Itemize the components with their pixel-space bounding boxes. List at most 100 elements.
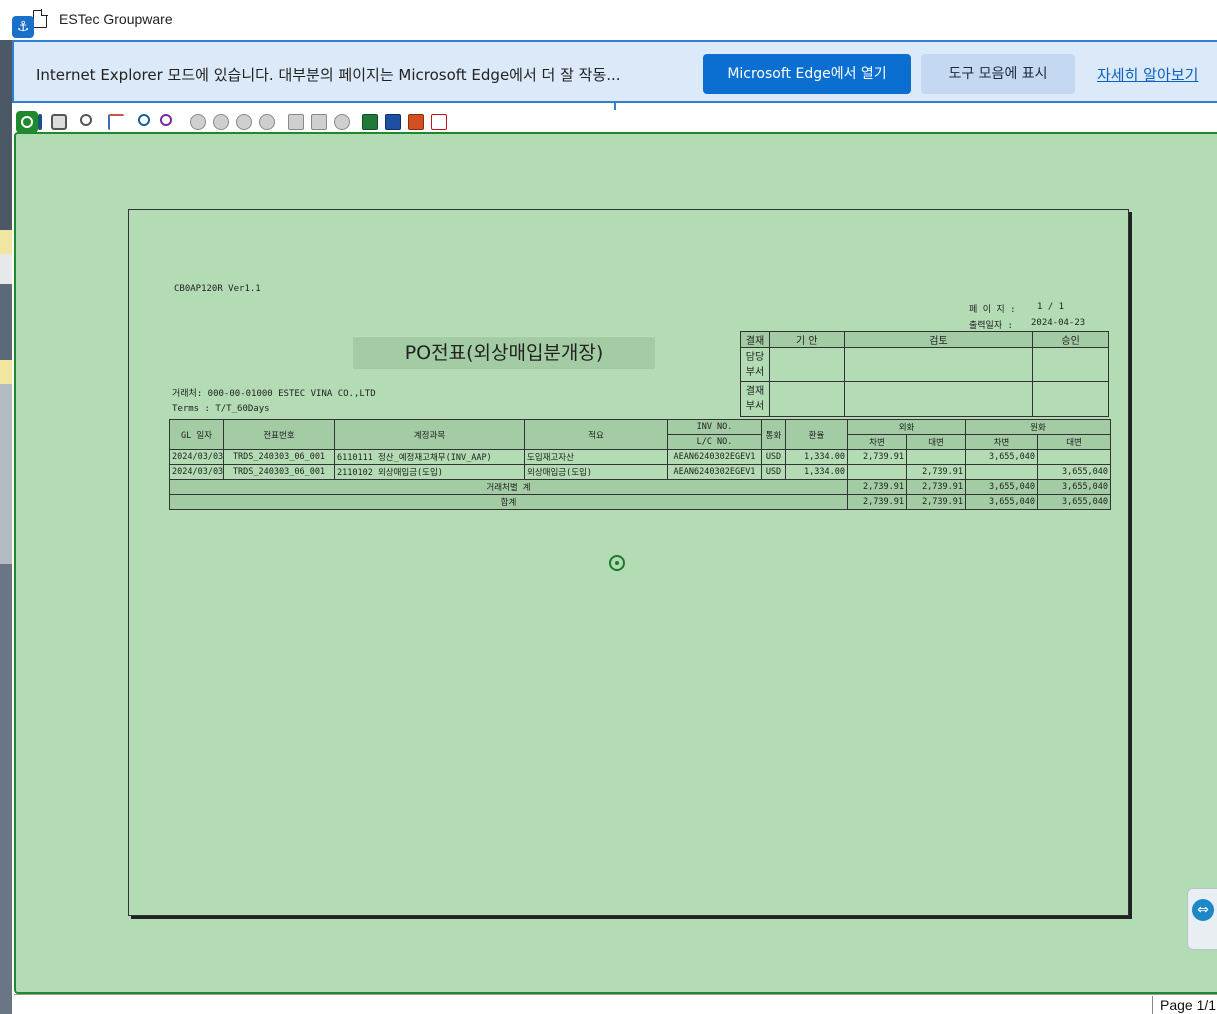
first-page-icon[interactable]	[190, 114, 206, 130]
approval-row-label: 결재 부서	[740, 381, 770, 417]
pdf-icon[interactable]	[431, 114, 447, 130]
page-back-icon[interactable]	[288, 114, 304, 130]
ie-mode-message: Internet Explorer 모드에 있습니다. 대부분의 페이지는 Mi…	[36, 66, 621, 84]
col-description: 적요	[524, 419, 668, 450]
last-page-icon[interactable]	[259, 114, 275, 130]
left-edge-strip	[0, 40, 12, 1014]
col-inv-no: INV NO.	[667, 419, 762, 435]
total-row: 합계 2,739.91 2,739.91 3,655,040 3,655,040	[169, 494, 1112, 510]
col-local: 원화	[965, 419, 1112, 435]
cell-description: 도입재고자산	[524, 449, 668, 465]
cell-fx-credit	[905, 449, 967, 465]
approval-header: 검토	[843, 331, 1034, 348]
cell-currency: USD	[761, 449, 786, 465]
subtotal-fx-credit: 2,739.91	[905, 479, 967, 495]
approval-header: 승인	[1032, 331, 1109, 348]
col-gl-date: GL 일자	[169, 419, 224, 450]
word-icon[interactable]	[385, 114, 401, 130]
open-in-edge-button[interactable]: Microsoft Edge에서 열기	[703, 54, 911, 94]
report-code: CB0AP120R Ver1.1	[174, 284, 261, 294]
col-foreign: 외화	[846, 419, 967, 435]
cell-krw-debit	[965, 464, 1039, 480]
col-krw-credit: 대변	[1037, 434, 1112, 450]
approval-row-label: 담당 부서	[740, 347, 770, 382]
cell-gl-date: 2024/03/03	[169, 449, 224, 465]
stop-icon[interactable]	[334, 114, 350, 130]
page-label: 페 이 지 :	[969, 305, 1016, 315]
approval-cell	[1032, 347, 1109, 382]
cell-voucher-no: TRDS_240303_06_001	[223, 464, 335, 480]
terms-line: Terms : T/T_60Days	[172, 404, 270, 414]
cell-krw-credit	[1037, 449, 1112, 465]
status-bar	[14, 994, 1217, 1014]
crosshair-icon	[609, 555, 625, 571]
col-lc-no: L/C NO.	[667, 434, 762, 450]
total-fx-debit: 2,739.91	[847, 494, 907, 510]
find-next-icon[interactable]	[160, 114, 172, 126]
zoom-icon[interactable]	[80, 114, 92, 126]
col-rate: 환율	[785, 419, 848, 450]
cell-krw-credit: 3,655,040	[1037, 464, 1112, 480]
col-voucher-no: 전표번호	[223, 419, 335, 450]
approval-box: 결재 기 안 검토 승인 담당 부서 결재 부서	[740, 331, 1109, 417]
approval-header: 기 안	[768, 331, 845, 348]
col-fx-debit: 차변	[847, 434, 907, 450]
target-icon[interactable]	[16, 111, 38, 133]
total-fx-credit: 2,739.91	[905, 494, 967, 510]
powerpoint-icon[interactable]	[408, 114, 424, 130]
strip-segment	[0, 40, 12, 230]
col-krw-debit: 차변	[965, 434, 1039, 450]
vendor-line: 거래처: 000-00-01000 ESTEC VINA CO.,LTD	[172, 389, 376, 399]
report-page	[128, 209, 1129, 916]
cell-rate: 1,334.00	[785, 464, 848, 480]
total-label: 합계	[169, 494, 848, 510]
col-currency: 통화	[761, 419, 786, 450]
side-panel-tab[interactable]: ⇔	[1187, 888, 1217, 950]
table-row: 2024/03/03 TRDS_240303_06_001 2110102 외상…	[169, 464, 1112, 480]
next-page-icon[interactable]	[236, 114, 252, 130]
print-date-value: 2024-04-23	[1031, 318, 1086, 328]
cell-description: 외상매입금(도입)	[524, 464, 668, 480]
cell-inv-no: AEAN6240302EGEV1	[667, 449, 762, 465]
excel-icon[interactable]	[362, 114, 378, 130]
subtotal-label: 거래처별 계	[169, 479, 848, 495]
teamviewer-icon[interactable]: ⇔	[1192, 899, 1214, 921]
total-krw-debit: 3,655,040	[965, 494, 1039, 510]
strip-segment	[0, 564, 12, 1014]
ledger-table: GL 일자 전표번호 계정과목 적요 INV NO. 통화 환율 외화 원화 L…	[169, 419, 1112, 510]
window-title: ESTec Groupware	[59, 11, 173, 27]
show-in-toolbar-button[interactable]: 도구 모음에 표시	[921, 54, 1075, 94]
title-bar: ESTec Groupware	[0, 0, 1217, 40]
page-value: 1 / 1	[1037, 302, 1065, 312]
save-icon[interactable]	[38, 114, 42, 130]
cell-account: 6110111 정산_예정재고채무(INV_AAP)	[334, 449, 525, 465]
anchor-icon[interactable]: ⚓	[12, 16, 34, 38]
approval-cell	[768, 381, 845, 417]
strip-segment	[0, 384, 12, 564]
strip-segment	[0, 230, 12, 254]
find-icon[interactable]	[138, 114, 150, 126]
ie-mode-notification-bar: Internet Explorer 모드에 있습니다. 대부분의 페이지는 Mi…	[12, 40, 1217, 103]
learn-more-link[interactable]: 자세히 알아보기	[1097, 64, 1198, 85]
approval-cell	[768, 347, 845, 382]
approval-header: 결재	[740, 331, 770, 348]
cell-rate: 1,334.00	[785, 449, 848, 465]
strip-segment	[0, 254, 12, 284]
app-window: ESTec Groupware ⚓ Internet Explorer 모드에 …	[0, 0, 1217, 1014]
prev-page-icon[interactable]	[213, 114, 229, 130]
print-icon[interactable]	[51, 114, 67, 130]
page-forward-icon[interactable]	[311, 114, 327, 130]
document-icon	[33, 9, 48, 28]
cell-krw-debit: 3,655,040	[965, 449, 1039, 465]
cell-gl-date: 2024/03/03	[169, 464, 224, 480]
col-account: 계정과목	[334, 419, 525, 450]
cell-voucher-no: TRDS_240303_06_001	[223, 449, 335, 465]
tree-icon[interactable]	[108, 114, 124, 130]
subtotal-fx-debit: 2,739.91	[847, 479, 907, 495]
strip-segment	[0, 360, 12, 384]
report-title: PO전표(외상매입분개장)	[353, 336, 655, 369]
approval-cell	[843, 381, 1034, 417]
cell-fx-debit	[847, 464, 907, 480]
approval-cell	[1032, 381, 1109, 417]
report-viewer-toolbar	[14, 110, 1217, 134]
